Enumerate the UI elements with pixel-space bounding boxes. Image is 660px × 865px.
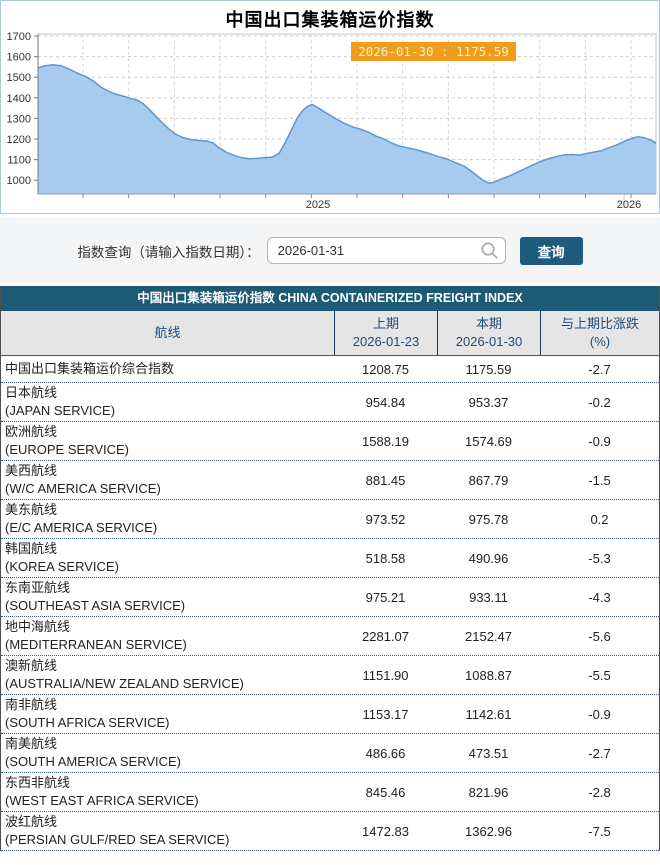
curr-value: 1574.69 bbox=[465, 433, 512, 449]
table-row: 南非航线 (SOUTH AFRICA SERVICE) 1153.17 1142.61… bbox=[1, 695, 659, 734]
curr-value: 1362.96 bbox=[465, 823, 512, 839]
curr-value: 490.96 bbox=[468, 550, 509, 566]
table-row: 澳新航线 (AUSTRALIA/NEW ZEALAND SERVICE) 1151.… bbox=[1, 656, 659, 695]
curr-value: 1142.61 bbox=[465, 706, 512, 722]
curr-value: 473.51 bbox=[468, 745, 509, 761]
change-value: -4.3 bbox=[588, 589, 611, 605]
svg-text:1700: 1700 bbox=[7, 31, 31, 43]
table-row: 美东航线 (E/C AMERICA SERVICE) 973.52 975.78 0.2 bbox=[1, 500, 659, 539]
area-chart-canvas[interactable]: 1000 1100 1200 1300 1400 1500 1600 1700 2025 2026 bbox=[1, 31, 660, 215]
freight-table-body: 中国出口集装箱运价综合指数 1208.75 1175.59 -2.7 日本航线 (JAPA… bbox=[1, 356, 659, 851]
change-value: -0.9 bbox=[588, 433, 611, 449]
table-row: 美西航线 (W/C AMERICA SERVICE) 881.45 867.79 -1.… bbox=[1, 461, 659, 500]
table-row: 波红航线 (PERSIAN GULF/RED SEA SERVICE) 1472.8… bbox=[1, 812, 659, 851]
prev-value: 486.66 bbox=[365, 745, 406, 761]
chart-tooltip: 2026-01-30 : 1175.59 bbox=[351, 42, 516, 61]
curr-value: 933.11 bbox=[469, 589, 508, 605]
prev-value: 1151.90 bbox=[362, 667, 409, 683]
table-row: 中国出口集装箱运价综合指数 1208.75 1175.59 -2.7 bbox=[1, 356, 659, 383]
column-header-route: 航线 bbox=[154, 325, 181, 340]
prev-value: 518.58 bbox=[365, 550, 406, 566]
freight-index-table: 中国出口集装箱运价指数 CHINA CONTAINERIZED FREIGHT … bbox=[0, 286, 660, 851]
column-header-change: 与上期比涨跌 (%) bbox=[540, 311, 659, 355]
prev-value: 2281.07 bbox=[362, 628, 409, 644]
prev-value: 973.52 bbox=[365, 511, 406, 527]
svg-text:1100: 1100 bbox=[7, 155, 31, 167]
route-name: 美西航线 (W/C AMERICA SERVICE) bbox=[5, 462, 161, 497]
change-value: -2.7 bbox=[588, 361, 611, 377]
curr-value: 821.96 bbox=[468, 784, 509, 800]
query-button[interactable]: 查询 bbox=[519, 236, 583, 265]
column-header-prev: 上期 2026-01-23 bbox=[334, 311, 437, 355]
change-value: -2.8 bbox=[588, 784, 611, 800]
table-row: 东南亚航线 (SOUTHEAST ASIA SERVICE) 975.21 933.1… bbox=[1, 578, 659, 617]
change-value: -2.7 bbox=[588, 745, 611, 761]
freight-index-chart[interactable]: 1000 1100 1200 1300 1400 1500 1600 1700 2025 2026 bbox=[1, 31, 660, 215]
table-row: 韩国航线 (KOREA SERVICE) 518.58 490.96 -5.3 bbox=[1, 539, 659, 578]
svg-text:2026: 2026 bbox=[617, 199, 641, 211]
change-value: -7.5 bbox=[588, 823, 611, 839]
curr-value: 2152.47 bbox=[465, 628, 512, 644]
change-value: 0.2 bbox=[590, 511, 609, 527]
route-name: 中国出口集装箱运价综合指数 bbox=[5, 360, 175, 376]
table-header-row: 航线 上期 2026-01-23 本期 2026-01-30 与上期比涨跌 (%… bbox=[1, 311, 659, 356]
table-row: 南美航线 (SOUTH AMERICA SERVICE) 486.66 473.51 -… bbox=[1, 734, 659, 773]
curr-value: 1175.59 bbox=[465, 361, 512, 377]
svg-text:1000: 1000 bbox=[7, 175, 31, 187]
table-row: 日本航线 (JAPAN SERVICE) 954.84 953.37 -0.2 bbox=[1, 383, 659, 422]
page-title: 中国出口集装箱运价指数 bbox=[225, 10, 435, 30]
prev-value: 1208.75 bbox=[362, 361, 409, 377]
column-header-curr: 本期 2026-01-30 bbox=[437, 311, 540, 355]
prev-value: 954.84 bbox=[365, 394, 406, 410]
change-value: -0.2 bbox=[588, 394, 611, 410]
route-name: 日本航线 (JAPAN SERVICE) bbox=[5, 384, 116, 419]
curr-value: 953.37 bbox=[468, 394, 509, 410]
table-row: 东西非航线 (WEST EAST AFRICA SERVICE) 845.46 821… bbox=[1, 773, 659, 812]
table-row: 地中海航线 (MEDITERRANEAN SERVICE) 2281.07 2152.… bbox=[1, 617, 659, 656]
prev-value: 1588.19 bbox=[362, 433, 409, 449]
change-value: -5.5 bbox=[588, 667, 611, 683]
change-value: -5.3 bbox=[588, 550, 611, 566]
curr-value: 975.78 bbox=[468, 511, 509, 527]
change-value: -1.5 bbox=[588, 472, 611, 488]
prev-value: 881.45 bbox=[365, 472, 406, 488]
svg-text:1400: 1400 bbox=[7, 93, 31, 105]
route-name: 东南亚航线 (SOUTHEAST ASIA SERVICE) bbox=[5, 579, 186, 614]
curr-value: 867.79 bbox=[468, 472, 509, 488]
route-name: 欧洲航线 (EUROPE SERVICE) bbox=[5, 423, 130, 458]
route-name: 东西非航线 (WEST EAST AFRICA SERVICE) bbox=[5, 774, 199, 809]
table-row: 欧洲航线 (EUROPE SERVICE) 1588.19 1574.69 -0.9 bbox=[1, 422, 659, 461]
route-name: 南美航线 (SOUTH AMERICA SERVICE) bbox=[5, 735, 182, 770]
svg-text:2025: 2025 bbox=[306, 199, 330, 211]
query-label: 指数查询（请输入指数日期）： bbox=[77, 244, 260, 260]
index-query-bar: 指数查询（请输入指数日期）： 查询 bbox=[0, 218, 660, 283]
prev-value: 975.21 bbox=[365, 589, 406, 605]
route-name: 南非航线 (SOUTH AFRICA SERVICE) bbox=[5, 696, 170, 731]
svg-text:1600: 1600 bbox=[7, 52, 31, 64]
route-name: 韩国航线 (KOREA SERVICE) bbox=[5, 540, 119, 575]
route-name: 美东航线 (E/C AMERICA SERVICE) bbox=[5, 501, 158, 536]
prev-value: 1153.17 bbox=[362, 706, 409, 722]
svg-text:1200: 1200 bbox=[7, 134, 31, 146]
route-name: 地中海航线 (MEDITERRANEAN SERVICE) bbox=[5, 618, 187, 653]
prev-value: 1472.83 bbox=[362, 823, 409, 839]
change-value: -5.6 bbox=[588, 628, 611, 644]
prev-value: 845.46 bbox=[365, 784, 406, 800]
search-icon bbox=[481, 242, 498, 259]
curr-value: 1088.87 bbox=[465, 667, 512, 683]
date-query-input[interactable] bbox=[266, 237, 506, 264]
svg-text:1300: 1300 bbox=[7, 113, 31, 125]
chart-panel: 中国出口集装箱运价指数 1000 1100 1200 1300 1400 1500 1600… bbox=[0, 0, 660, 214]
svg-text:1500: 1500 bbox=[7, 72, 31, 84]
route-name: 波红航线 (PERSIAN GULF/RED SEA SERVICE) bbox=[5, 813, 230, 848]
route-name: 澳新航线 (AUSTRALIA/NEW ZEALAND SERVICE) bbox=[5, 657, 244, 692]
change-value: -0.9 bbox=[588, 706, 611, 722]
table-title: 中国出口集装箱运价指数 CHINA CONTAINERIZED FREIGHT … bbox=[1, 286, 659, 311]
